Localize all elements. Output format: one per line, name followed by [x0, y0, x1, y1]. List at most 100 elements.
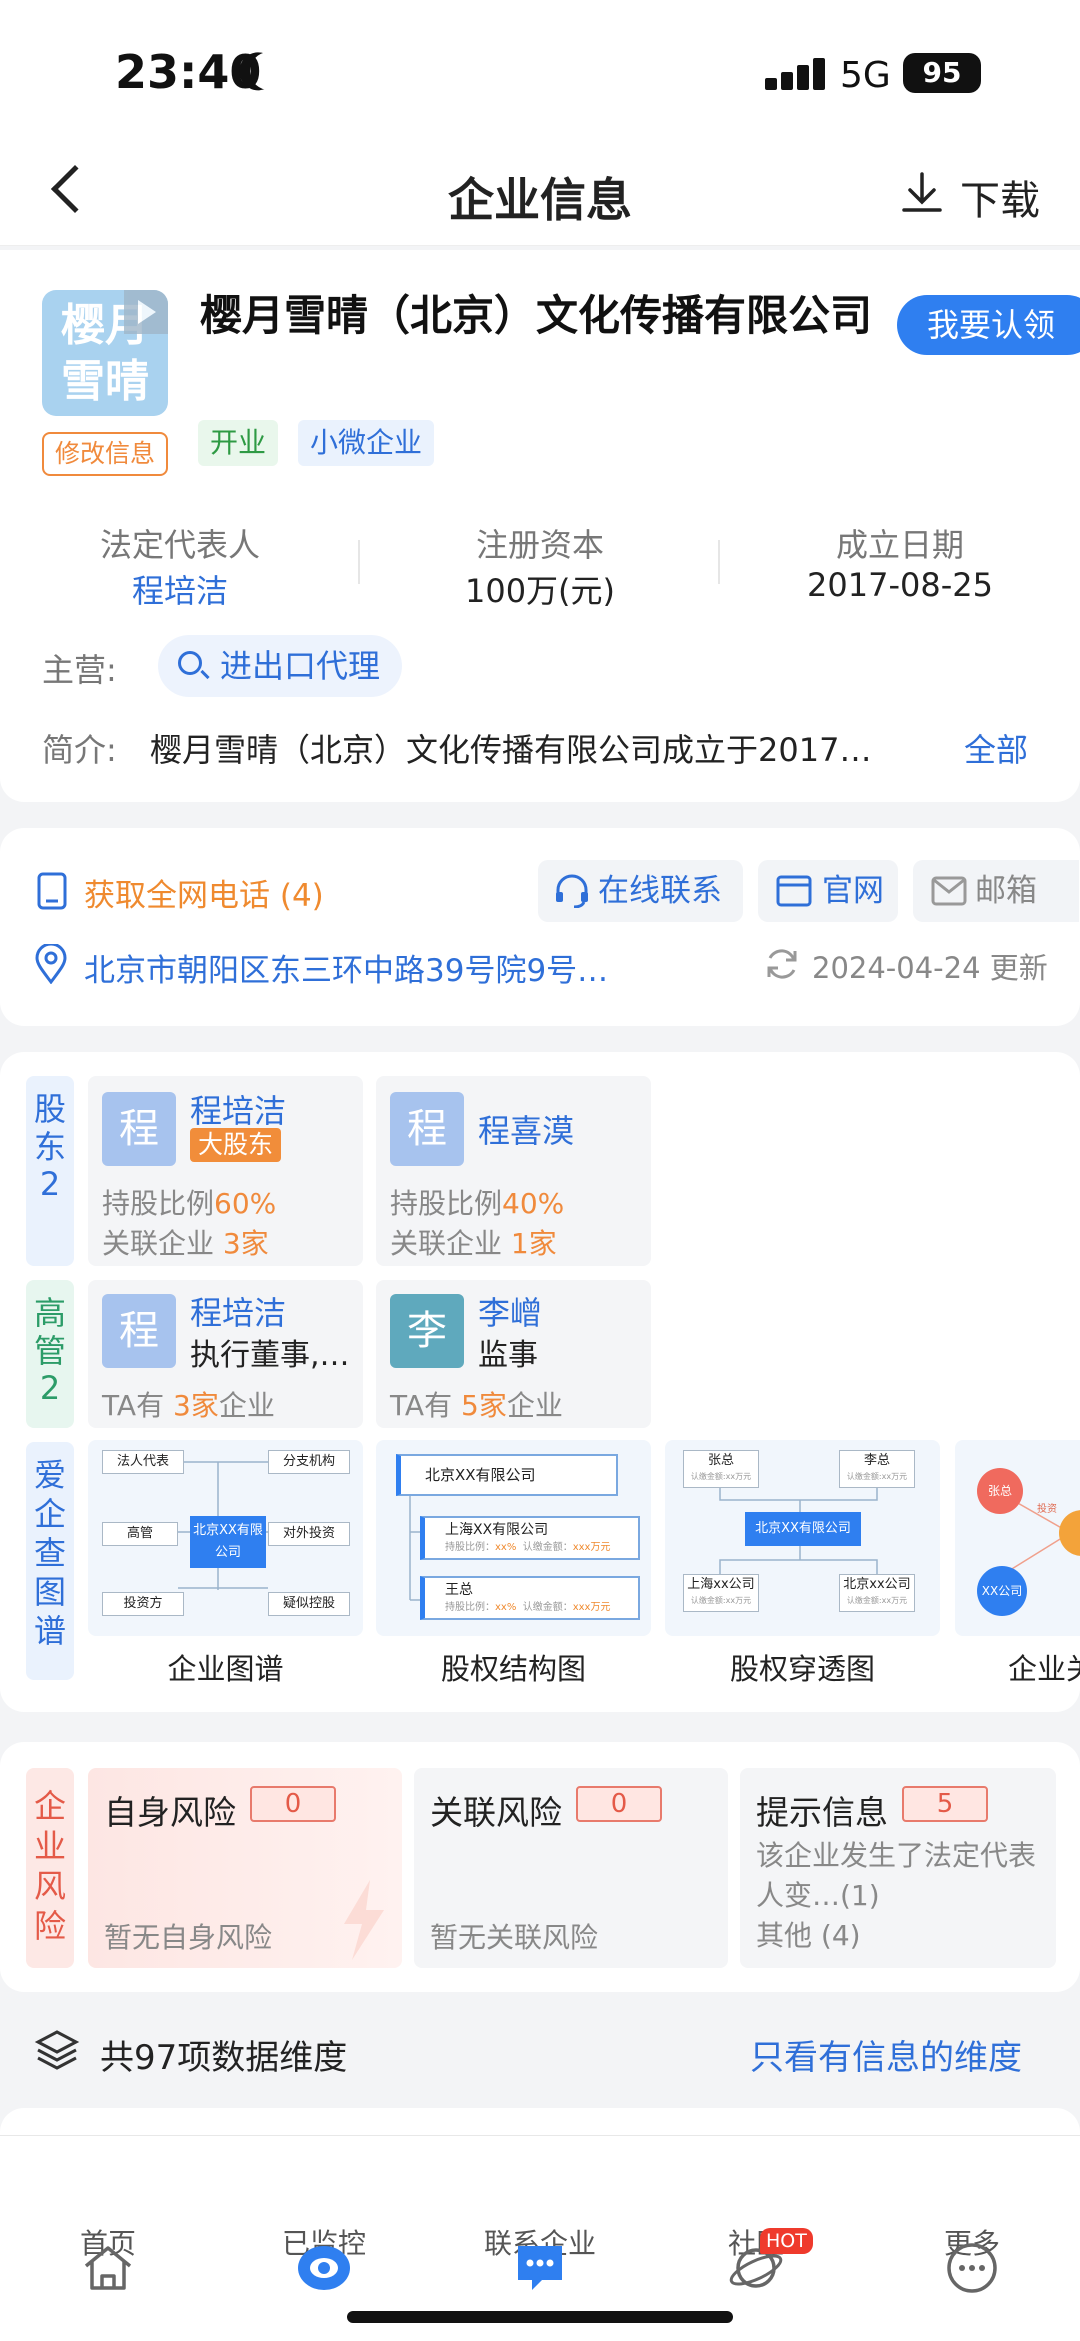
- intro-label: 简介:: [42, 731, 117, 769]
- self-risk-desc: 暂无自身风险: [104, 1921, 273, 1954]
- graphs-tag[interactable]: 爱企查图谱: [26, 1442, 74, 1680]
- equity-penetration-label[interactable]: 股权穿透图: [665, 1646, 940, 1688]
- related-risk-card[interactable]: 关联风险 0 暂无关联风险: [414, 1768, 728, 1968]
- email-label: 邮箱: [975, 873, 1037, 909]
- intro-more-link[interactable]: 全部: [964, 725, 1028, 771]
- relation-edge-label: 投资: [1037, 1504, 1057, 1515]
- status-bar: 23:40 5G 95: [0, 0, 1080, 140]
- structure-child-node: 上海XX有限公司 持股比例：xx% 认缴金额：xxx万元: [420, 1516, 640, 1560]
- hint-info-other: 其他 (4): [756, 1919, 861, 1952]
- graph-node: 投资方: [102, 1592, 184, 1616]
- hint-info-title: 提示信息: [756, 1793, 888, 1832]
- edit-info-button[interactable]: 修改信息: [42, 432, 168, 476]
- executive-name[interactable]: 程培洁: [190, 1288, 286, 1334]
- risk-tag[interactable]: 企业风险: [26, 1768, 74, 1968]
- shareholders-count: 2: [39, 1165, 61, 1203]
- website-button[interactable]: 官网: [758, 860, 898, 922]
- nav-item-monitored[interactable]: 已监控: [244, 2222, 404, 2290]
- executive-role: 执行董事,…: [190, 1338, 350, 1373]
- play-icon[interactable]: [124, 290, 168, 334]
- claim-button[interactable]: 我要认领: [897, 295, 1080, 355]
- avatar: 程: [102, 1092, 176, 1166]
- avatar: 程: [390, 1092, 464, 1166]
- eye-icon: [298, 2246, 350, 2290]
- related-risk-title: 关联风险: [430, 1793, 562, 1832]
- filter-dimensions-link[interactable]: 只看有信息的维度: [750, 2030, 1022, 2079]
- download-icon[interactable]: [900, 170, 944, 214]
- enterprise-relation-label[interactable]: 企业关: [1008, 1646, 1080, 1688]
- refresh-icon[interactable]: [764, 946, 800, 982]
- dimension-summary: 共97项数据维度: [100, 2038, 348, 2078]
- executive-companies: TA有 5家企业: [390, 1389, 563, 1422]
- legal-rep-value[interactable]: 程培洁: [30, 566, 330, 612]
- executive-card[interactable]: 程 程培洁 执行董事,… TA有 3家企业: [88, 1280, 363, 1428]
- nav-item-more[interactable]: 更多: [892, 2222, 1052, 2293]
- graph-node: 高管: [102, 1522, 178, 1546]
- shareholder-card[interactable]: 程 程喜漠 持股比例40% 关联企业 1家: [376, 1076, 651, 1266]
- legal-rep-label: 法定代表人: [99, 526, 260, 564]
- graph-node: 对外投资: [268, 1522, 350, 1546]
- relation-node: 张总: [977, 1468, 1023, 1514]
- hint-info-card[interactable]: 提示信息 5 该企业发生了法定代表 人变…(1) 其他 (4): [740, 1768, 1056, 1968]
- capital-value: 100万(元): [464, 572, 616, 610]
- relation-node: XX公司: [977, 1566, 1027, 1616]
- capital-label: 注册资本: [475, 526, 604, 564]
- nav-item-community[interactable]: HOT 社区: [676, 2222, 836, 2288]
- graph-center-node: 北京XX有限公司: [190, 1516, 266, 1568]
- shareholder-name[interactable]: 程喜漠: [478, 1106, 574, 1152]
- shareholder-name[interactable]: 程培洁: [190, 1086, 286, 1132]
- shareholders-tag[interactable]: 股东 2: [26, 1076, 74, 1266]
- email-button[interactable]: 邮箱: [913, 860, 1079, 922]
- signal-icon: [765, 58, 827, 90]
- company-name: 樱月雪晴（北京）文化传播有限公司: [200, 291, 873, 340]
- layers-icon: [34, 2030, 80, 2070]
- shareholders-label: 股东: [33, 1090, 66, 1166]
- equity-penetration-thumb[interactable]: 张总 认缴金额:xx万元 李总 认缴金额:xx万元 北京XX有限公司 上海xx公司认…: [665, 1440, 940, 1636]
- penetration-node: 张总 认缴金额:xx万元: [683, 1450, 759, 1488]
- contact-card: [0, 828, 1080, 1026]
- home-icon: [84, 2246, 132, 2290]
- enterprise-relation-thumb[interactable]: 张总 XX公司 投资: [955, 1440, 1080, 1636]
- main-business-chip[interactable]: 进出口代理: [158, 635, 403, 697]
- equity-structure-thumb[interactable]: 北京XX有限公司 上海XX有限公司 持股比例：xx% 认缴金额：xxx万元 王总…: [376, 1440, 651, 1636]
- graphs-label: 爱企查图谱: [33, 1456, 66, 1650]
- related-companies: 关联企业 3家: [102, 1227, 269, 1260]
- main-business-label: 主营:: [42, 651, 117, 689]
- related-risk-desc: 暂无关联风险: [430, 1921, 599, 1954]
- penetration-node: 北京xx公司 认缴金额:xx万元: [839, 1574, 915, 1612]
- founded-label: 成立日期: [835, 526, 964, 564]
- self-risk-count: 0: [250, 1786, 336, 1822]
- online-contact-button[interactable]: 在线联系: [538, 860, 743, 922]
- executive-role: 监事: [478, 1338, 538, 1373]
- search-icon: [178, 651, 202, 675]
- address-link[interactable]: 北京市朝阳区东三环中路39号院9号…: [84, 945, 674, 990]
- headset-icon: [556, 874, 588, 908]
- download-button[interactable]: 下载: [960, 168, 1040, 226]
- update-time: 2024-04-24 更新: [812, 951, 1048, 985]
- self-risk-title: 自身风险: [104, 1793, 236, 1832]
- hint-info-line: 该企业发生了法定代表: [756, 1839, 1037, 1872]
- size-badge: 小微企业: [298, 420, 435, 466]
- status-time: 23:40: [115, 45, 262, 99]
- shareholder-card[interactable]: 程 程培洁 大股东 持股比例60% 关联企业 3家: [88, 1076, 363, 1266]
- major-shareholder-badge: 大股东: [190, 1128, 282, 1162]
- executives-tag[interactable]: 高管 2: [26, 1280, 74, 1428]
- home-indicator: [347, 2311, 733, 2323]
- phone-icon: [37, 872, 67, 910]
- graph-node: 疑似控股: [268, 1592, 350, 1616]
- divider: [358, 540, 360, 584]
- enterprise-graph-label[interactable]: 企业图谱: [88, 1646, 363, 1688]
- location-icon: [35, 944, 67, 984]
- nav-item-home[interactable]: 首页: [28, 2222, 188, 2290]
- nav-item-contact[interactable]: 联系企业: [460, 2222, 620, 2290]
- self-risk-card[interactable]: 自身风险 0 暂无自身风险: [88, 1768, 402, 1968]
- divider: [718, 540, 720, 584]
- equity-structure-label[interactable]: 股权结构图: [376, 1646, 651, 1688]
- executive-card[interactable]: 李 李嶒 监事 TA有 5家企业: [376, 1280, 651, 1428]
- executive-companies: TA有 3家企业: [102, 1389, 275, 1422]
- enterprise-graph-thumb[interactable]: 北京XX有限公司 法人代表 分支机构 高管 对外投资 投资方 疑似控股: [88, 1440, 363, 1636]
- get-phone-link[interactable]: 获取全网电话 (4): [84, 870, 324, 915]
- executive-name[interactable]: 李嶒: [478, 1288, 542, 1334]
- chat-icon: [518, 2246, 562, 2290]
- company-logo: 樱月雪晴: [42, 290, 168, 416]
